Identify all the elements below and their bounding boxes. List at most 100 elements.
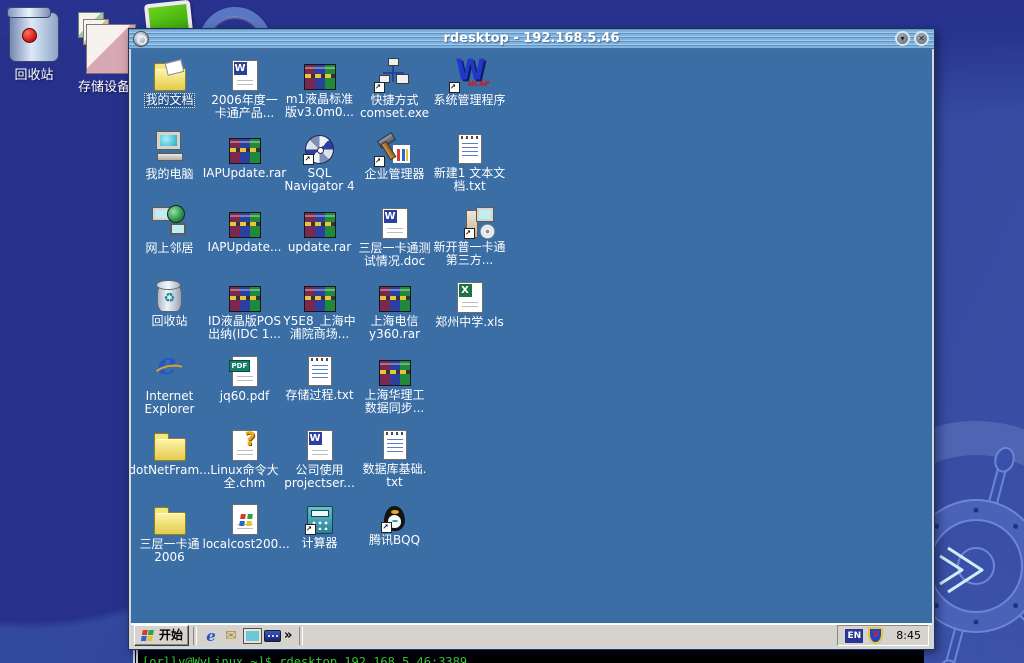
folder-icon (154, 438, 186, 461)
desktop-icon[interactable]: m1液晶标准版v3.0m0... (282, 57, 357, 131)
trash-icon (9, 12, 59, 62)
empty-cell (432, 353, 507, 427)
language-indicator[interactable]: EN (845, 629, 863, 643)
icon-label: update.rar (288, 241, 351, 254)
desktop-icon[interactable]: 腾讯BQQ (357, 501, 432, 575)
rar-icon (379, 286, 411, 312)
desktop-icon[interactable]: 网上邻居 (132, 205, 207, 279)
desktop-icon[interactable]: SQL Navigator 4 (282, 131, 357, 205)
cdpc-icon (466, 210, 478, 238)
desktop-icon[interactable]: 计算器 (282, 501, 357, 575)
rar-icon (229, 286, 261, 312)
shortcut-arrow-icon (374, 82, 385, 93)
desktop-icon[interactable]: 上海电信 y360.rar (357, 279, 432, 353)
excel-icon (457, 282, 483, 313)
desktop-icon[interactable]: 回收站 (132, 279, 207, 353)
quicklaunch-overflow-chevron[interactable]: » (281, 627, 295, 645)
shade-button[interactable]: ▾ (895, 31, 910, 46)
calc-icon (307, 506, 333, 534)
host-terminal-window[interactable]: [orlly@WyLinux ~]$ rdesktop 192.168.5.46… (133, 650, 924, 663)
desktop-icon[interactable]: update.rar (282, 205, 357, 279)
desktop-icon[interactable]: IAPUpdate... (207, 205, 282, 279)
shortcut-arrow-icon (305, 524, 316, 535)
icon-label: 上海华理工 数据同步... (357, 389, 432, 415)
media-player-quicklaunch-icon[interactable] (264, 630, 281, 642)
desktop-icon[interactable]: 三层一卡通测试情况.doc (357, 205, 432, 279)
icon-row: 我的电脑 IAPUpdate.rarSQL Navigator 4 企业管理器新建1… (131, 131, 932, 205)
icon-label: 系统管理程序 (433, 94, 505, 107)
desktop-icon[interactable]: IAPUpdate.rar (207, 131, 282, 205)
icon-label: 计算器 (301, 537, 337, 550)
desktop-icon[interactable]: jq60.pdf (207, 353, 282, 427)
recycle-icon (157, 284, 182, 312)
internet-explorer-quicklaunch-icon[interactable] (201, 627, 221, 645)
start-button[interactable]: 开始 (134, 625, 189, 646)
icon-label: 数据库基础. txt (357, 463, 432, 489)
desktop-icon[interactable]: 新开普一卡通第三方... (432, 205, 507, 279)
desktop-icon[interactable]: dotNetFram... (132, 427, 207, 501)
icon-label: m1液晶标准版v3.0m0... (282, 93, 357, 119)
folder-icon (154, 512, 186, 535)
desktop-icon[interactable]: Linux命令大全.chm (207, 427, 282, 501)
network-icon (152, 206, 188, 239)
shortcut-arrow-icon (374, 156, 385, 167)
host-desktop-icons: 回收站存储设备 (4, 6, 134, 95)
icon-row: 回收站ID液晶版POS出纳(IDC 1...Y5E8_上海中浦院商场...上海电… (131, 279, 932, 353)
desktop-icon[interactable]: 回收站 (4, 6, 64, 95)
icon-row: 三层一卡通 2006localcost200... 计算器 腾讯BQQ (131, 501, 932, 575)
outlook-express-quicklaunch-icon[interactable] (221, 627, 241, 645)
desktop-icon[interactable]: 快捷方式 comset.exe (357, 57, 432, 131)
icon-label: IAPUpdate.rar (203, 167, 286, 180)
icon-label: localcost200... (203, 538, 287, 551)
icon-row: 网上邻居IAPUpdate... update.rar 三层一卡通测试情况.doc新… (131, 205, 932, 279)
remote-desktop-surface[interactable]: 我的文档 2006年度一卡通产品...m1液晶标准版v3.0m0...快捷方式 c… (131, 49, 932, 623)
window-titlebar[interactable]: rdesktop - 192.168.5.46 ▾ ✕ (129, 29, 934, 49)
folder-docs-icon (154, 68, 186, 91)
chm-icon (232, 430, 258, 461)
show-desktop-quicklaunch-icon[interactable] (244, 629, 261, 643)
icon-label: 我的文档 (145, 94, 193, 107)
icon-label: 我的电脑 (145, 168, 193, 181)
rar-icon (304, 286, 336, 312)
antivirus-shield-icon[interactable] (868, 627, 883, 644)
desktop-icon[interactable]: 上海华理工 数据同步... (357, 353, 432, 427)
icon-label: 新建1 文本文档.txt (432, 167, 507, 193)
desktop-icon[interactable]: 新建1 文本文档.txt (432, 131, 507, 205)
desktop-icon[interactable]: 存储过程.txt (282, 353, 357, 427)
window-menu-icon[interactable] (133, 31, 149, 47)
icon-label: ID液晶版POS出纳(IDC 1... (207, 315, 282, 341)
icon-label: 回收站 (14, 68, 53, 83)
desktop-icon[interactable]: 我的文档 (132, 57, 207, 131)
desktop-icon[interactable]: 我的电脑 (132, 131, 207, 205)
desktop-icon[interactable]: Internet Explorer (132, 353, 207, 427)
icon-row: 我的文档 2006年度一卡通产品...m1液晶标准版v3.0m0...快捷方式 c… (131, 57, 932, 131)
desktop-icon[interactable]: ID液晶版POS出纳(IDC 1... (207, 279, 282, 353)
system-tray: EN 8:45 (837, 625, 929, 646)
terminal-prompt-line: [orlly@WyLinux ~]$ rdesktop 192.168.5.46… (142, 655, 467, 663)
desktop-icon[interactable]: 系统管理程序 (432, 57, 507, 131)
windows-flag-icon (140, 629, 155, 642)
icon-row: Internet Explorerjq60.pdf存储过程.txt上海华理工 数… (131, 353, 932, 427)
desktop-icon[interactable]: 三层一卡通 2006 (132, 501, 207, 575)
word-icon (382, 208, 408, 239)
pdf-icon (232, 356, 258, 387)
desktop-icon[interactable]: localcost200... (207, 501, 282, 575)
close-button[interactable]: ✕ (914, 31, 929, 46)
icon-label: 存储设备 (78, 80, 130, 95)
desktop-icon[interactable]: 2006年度一卡通产品... (207, 57, 282, 131)
icon-label: 三层一卡通 2006 (132, 538, 207, 564)
installer-icon (232, 504, 258, 535)
tray-clock[interactable]: 8:45 (896, 626, 921, 645)
ie-icon (152, 354, 188, 387)
notepad-icon (458, 134, 482, 164)
icon-label: 快捷方式 comset.exe (357, 94, 432, 120)
icon-label: 企业管理器 (364, 168, 424, 181)
computer-icon (152, 132, 188, 165)
desktop-icon[interactable]: 公司使用 projectser... (282, 427, 357, 501)
ncap-icon (452, 58, 488, 91)
desktop-icon[interactable]: 企业管理器 (357, 131, 432, 205)
desktop-icon[interactable]: 数据库基础. txt (357, 427, 432, 501)
desktop-icon[interactable]: 存储设备 (74, 6, 134, 95)
desktop-icon[interactable]: 郑州中学.xls (432, 279, 507, 353)
desktop-icon[interactable]: Y5E8_上海中浦院商场... (282, 279, 357, 353)
